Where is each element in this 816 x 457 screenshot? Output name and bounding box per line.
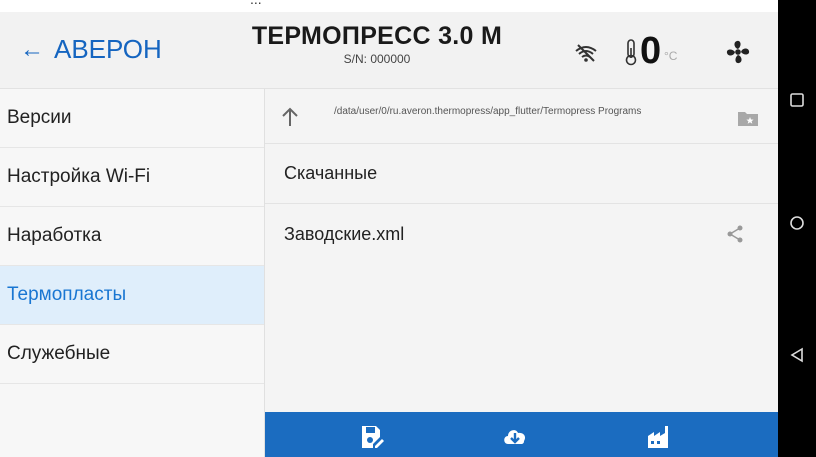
file-name: Заводские.xml (284, 223, 405, 244)
arrow-left-icon: ← (20, 35, 44, 63)
wifi-off-icon (575, 44, 597, 62)
top-status-strip: ... (0, 0, 778, 12)
sidebar-item-label: Термопласты (7, 284, 127, 305)
page-title: ТЕРМОПРЕСС 3.0 М (251, 22, 503, 50)
thermometer-icon (625, 39, 637, 66)
share-icon[interactable] (725, 224, 745, 244)
fan-icon[interactable] (725, 39, 751, 65)
app-window: ← АВЕРОН ТЕРМОПРЕСС 3.0 М S/N: 000000 0 … (0, 12, 778, 457)
app-header: ← АВЕРОН ТЕРМОПРЕСС 3.0 М S/N: 000000 0 … (0, 12, 778, 89)
list-item-factory-xml[interactable]: Заводские.xml (265, 204, 778, 264)
serial-number: S/N: 000000 (343, 52, 411, 66)
folder-star-icon[interactable] (737, 109, 759, 127)
cloud-download-icon[interactable] (502, 424, 528, 450)
save-edit-icon[interactable] (359, 424, 385, 450)
current-path: /data/user/0/ru.averon.thermopress/app_f… (334, 106, 642, 117)
circle-icon[interactable] (787, 213, 807, 233)
sidebar-item-runtime[interactable]: Наработка (0, 207, 264, 266)
sidebar-item-service[interactable]: Служебные (0, 325, 264, 384)
temperature-unit: °C (664, 49, 678, 63)
factory-icon[interactable] (646, 424, 672, 450)
back-button[interactable]: ← АВЕРОН (20, 34, 162, 65)
sidebar-item-label: Версии (7, 107, 72, 128)
arrow-up-icon[interactable] (279, 106, 301, 128)
sidebar-item-label: Настройка Wi-Fi (7, 166, 151, 187)
sidebar-item-label: Наработка (7, 225, 102, 246)
system-navigation-bar (778, 0, 816, 457)
sidebar-item-thermoplastics[interactable]: Термопласты (0, 266, 264, 325)
sidebar-item-label: Служебные (7, 343, 111, 364)
back-label: АВЕРОН (54, 34, 162, 64)
sidebar-item-wifi-settings[interactable]: Настройка Wi-Fi (0, 148, 264, 207)
square-icon[interactable] (787, 90, 807, 110)
title-block: ТЕРМОПРЕСС 3.0 М S/N: 000000 (232, 22, 522, 66)
file-browser: /data/user/0/ru.averon.thermopress/app_f… (265, 89, 778, 457)
temperature-value: 0 (640, 30, 662, 72)
bottom-action-bar (265, 412, 778, 457)
path-row: /data/user/0/ru.averon.thermopress/app_f… (265, 89, 778, 144)
clipped-top-text: ... (250, 0, 262, 7)
sidebar-item-versions[interactable]: Версии (0, 89, 264, 148)
file-name: Скачанные (284, 163, 378, 183)
sidebar: Версии Настройка Wi-Fi Наработка Термопл… (0, 89, 265, 457)
list-item-downloaded[interactable]: Скачанные (265, 144, 778, 204)
triangle-back-icon[interactable] (787, 345, 807, 365)
